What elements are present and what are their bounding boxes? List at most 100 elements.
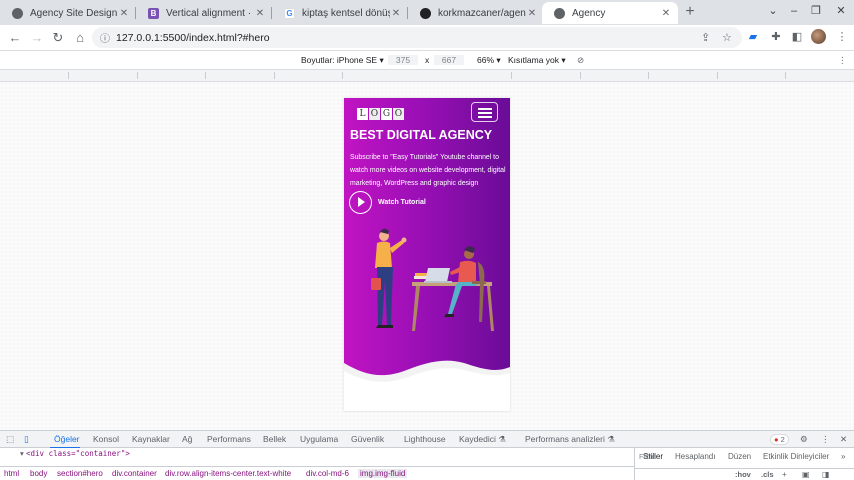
back-arrow-icon[interactable]: ← (5, 28, 25, 48)
media-query-ruler[interactable] (0, 70, 854, 82)
globe-icon (554, 7, 565, 19)
hero-bottom-wave (344, 360, 510, 393)
expand-triangle-icon[interactable]: ▾ (20, 449, 24, 458)
browser-tab[interactable]: B Vertical alignment · Boots ✕ (136, 2, 272, 24)
device-toggle-icon[interactable]: ▯ (24, 434, 29, 445)
tab-strip: Agency Site Design ✕ B Vertical alignmen… (0, 0, 854, 25)
tab-security[interactable]: Güvenlik (351, 434, 384, 444)
new-tab-button[interactable]: + (681, 3, 699, 21)
watch-tutorial-link[interactable]: Watch Tutorial (349, 191, 426, 214)
toggle-sidebar-icon[interactable]: ◨ (822, 470, 830, 479)
computed-styles-icon[interactable]: ▣ (802, 470, 810, 479)
cls-toggle[interactable]: .cls (761, 470, 774, 479)
tab-lighthouse[interactable]: Lighthouse (404, 434, 446, 444)
dom-node-line[interactable]: <div class="container"> (26, 449, 130, 458)
device-toolbar: Boyutlar: iPhone SE ▾ 375 x 667 66% ▾ Kı… (0, 51, 854, 70)
hamburger-icon (478, 108, 492, 110)
hero-illustration (371, 228, 494, 331)
tab-sources[interactable]: Kaynaklar (132, 434, 170, 444)
logo-letter: O (393, 108, 404, 120)
site-logo[interactable]: L O G O (357, 108, 404, 120)
reload-icon[interactable]: ↻ (48, 28, 68, 48)
tab-memory[interactable]: Bellek (263, 434, 286, 444)
device-select[interactable]: Boyutlar: iPhone SE ▾ (301, 55, 384, 66)
breadcrumb-item[interactable]: div.col-md-6 (306, 469, 349, 478)
close-window-icon[interactable]: ✕ (826, 3, 854, 19)
logo-letter: O (369, 108, 380, 120)
hero-description: Subscribe to "Easy Tutorials" Youtube ch… (350, 154, 506, 187)
tab-performance-insights[interactable]: Performans analizleri ⚗ (525, 434, 615, 445)
device-menu-kebab-icon[interactable]: ⋮ (838, 55, 847, 66)
tab-title: korkmazcaner/agency-site (438, 7, 526, 19)
side-panel-icon[interactable]: ◧ (789, 29, 805, 45)
close-tab-icon[interactable]: ✕ (118, 8, 130, 19)
styles-filter-input[interactable]: Filtre (639, 452, 656, 461)
elements-tree[interactable]: ▾ <div class="container"> (0, 448, 634, 466)
share-icon[interactable]: ⇪ (701, 31, 710, 44)
browser-tab[interactable]: G kiptaş kentsel dönüşüm - ... ✕ (272, 2, 408, 24)
home-icon[interactable]: ⌂ (70, 28, 90, 48)
tab-application[interactable]: Uygulama (300, 434, 338, 444)
tab-performance[interactable]: Performans (207, 434, 251, 444)
hamburger-menu-button[interactable] (471, 102, 498, 122)
url-text: 127.0.0.1:5500/index.html?#hero (116, 31, 270, 44)
tab-title: Agency Site Design (30, 7, 118, 19)
globe-icon (12, 7, 23, 19)
browser-tab-active[interactable]: Agency ✕ (542, 2, 678, 24)
profile-avatar[interactable] (811, 29, 826, 44)
hero-headline: BEST DIGITAL AGENCY (350, 128, 493, 142)
breadcrumb: html body section#hero div.container div… (0, 466, 634, 480)
site-info-icon[interactable]: ⓘ (100, 30, 110, 45)
close-tab-icon[interactable]: ✕ (526, 8, 538, 19)
error-count-badge[interactable]: ● 2 (770, 434, 789, 445)
play-icon (349, 191, 372, 214)
inspect-element-icon[interactable]: ⬚ (6, 434, 14, 445)
zoom-select[interactable]: 66% ▾ (477, 55, 501, 66)
width-input[interactable]: 375 (388, 55, 418, 65)
tab-title: Agency (572, 7, 606, 19)
tab-event-listeners[interactable]: Etkinlik Dinleyiciler (763, 452, 829, 461)
tab-layout[interactable]: Düzen (728, 452, 751, 461)
logo-letter: L (357, 108, 368, 120)
tab-elements[interactable]: Öğeler (54, 434, 80, 444)
tab-recorder[interactable]: Kaydedici ⚗ (459, 434, 506, 445)
close-tab-icon[interactable]: ✕ (660, 8, 672, 19)
breadcrumb-item-selected[interactable]: img.img-fluid (358, 469, 408, 478)
tab-network[interactable]: Ağ (182, 434, 192, 444)
bookmark-star-icon[interactable]: ☆ (722, 31, 732, 44)
breadcrumb-item[interactable]: div.row.align-items-center.text-white (165, 469, 291, 478)
devtools-menu-kebab-icon[interactable]: ⋮ (821, 434, 830, 445)
height-input[interactable]: 667 (434, 55, 464, 65)
browser-tab[interactable]: korkmazcaner/agency-site ✕ (408, 2, 544, 24)
tab-computed[interactable]: Hesaplandı (675, 452, 715, 461)
close-devtools-icon[interactable]: ✕ (840, 434, 847, 445)
devtools-tabbar: ⬚ ▯ Öğeler Konsol Kaynaklar Ağ Performan… (0, 430, 854, 449)
emulated-page: L O G O BEST DIGITAL AGENCY Subscribe to… (344, 98, 510, 411)
rotate-icon[interactable]: ⊘ (577, 55, 584, 66)
add-rule-icon[interactable]: + (782, 470, 787, 479)
logo-letter: G (381, 108, 392, 120)
tab-console[interactable]: Konsol (93, 434, 119, 444)
forward-arrow-icon[interactable]: → (27, 28, 47, 48)
extension-icon[interactable]: ▰ (745, 29, 761, 45)
sidebar-more-icon[interactable]: » (841, 452, 845, 461)
throttle-select[interactable]: Kısıtlama yok ▾ (508, 55, 566, 66)
styles-sidebar: Stiller Hesaplandı Düzen Etkinlik Dinley… (634, 448, 854, 480)
bootstrap-icon: B (148, 7, 159, 19)
extensions-puzzle-icon[interactable]: ✚ (768, 29, 784, 45)
browser-toolbar: ← → ↻ ⌂ ⓘ 127.0.0.1:5500/index.html?#her… (0, 25, 854, 51)
menu-kebab-icon[interactable]: ⋮ (834, 29, 850, 45)
tab-title: kiptaş kentsel dönüşüm - ... (302, 7, 390, 19)
settings-gear-icon[interactable]: ⚙ (800, 434, 808, 445)
breadcrumb-item[interactable]: div.container (112, 469, 157, 478)
breadcrumb-item[interactable]: html (4, 469, 19, 478)
browser-tab[interactable]: Agency Site Design ✕ (0, 2, 136, 24)
device-viewport: L O G O BEST DIGITAL AGENCY Subscribe to… (0, 82, 854, 430)
address-bar[interactable]: ⓘ 127.0.0.1:5500/index.html?#hero (92, 27, 742, 48)
hov-toggle[interactable]: :hov (735, 470, 751, 479)
google-icon: G (284, 7, 295, 19)
close-tab-icon[interactable]: ✕ (390, 8, 402, 19)
breadcrumb-item[interactable]: section#hero (57, 469, 103, 478)
close-tab-icon[interactable]: ✕ (254, 8, 266, 19)
breadcrumb-item[interactable]: body (30, 469, 47, 478)
